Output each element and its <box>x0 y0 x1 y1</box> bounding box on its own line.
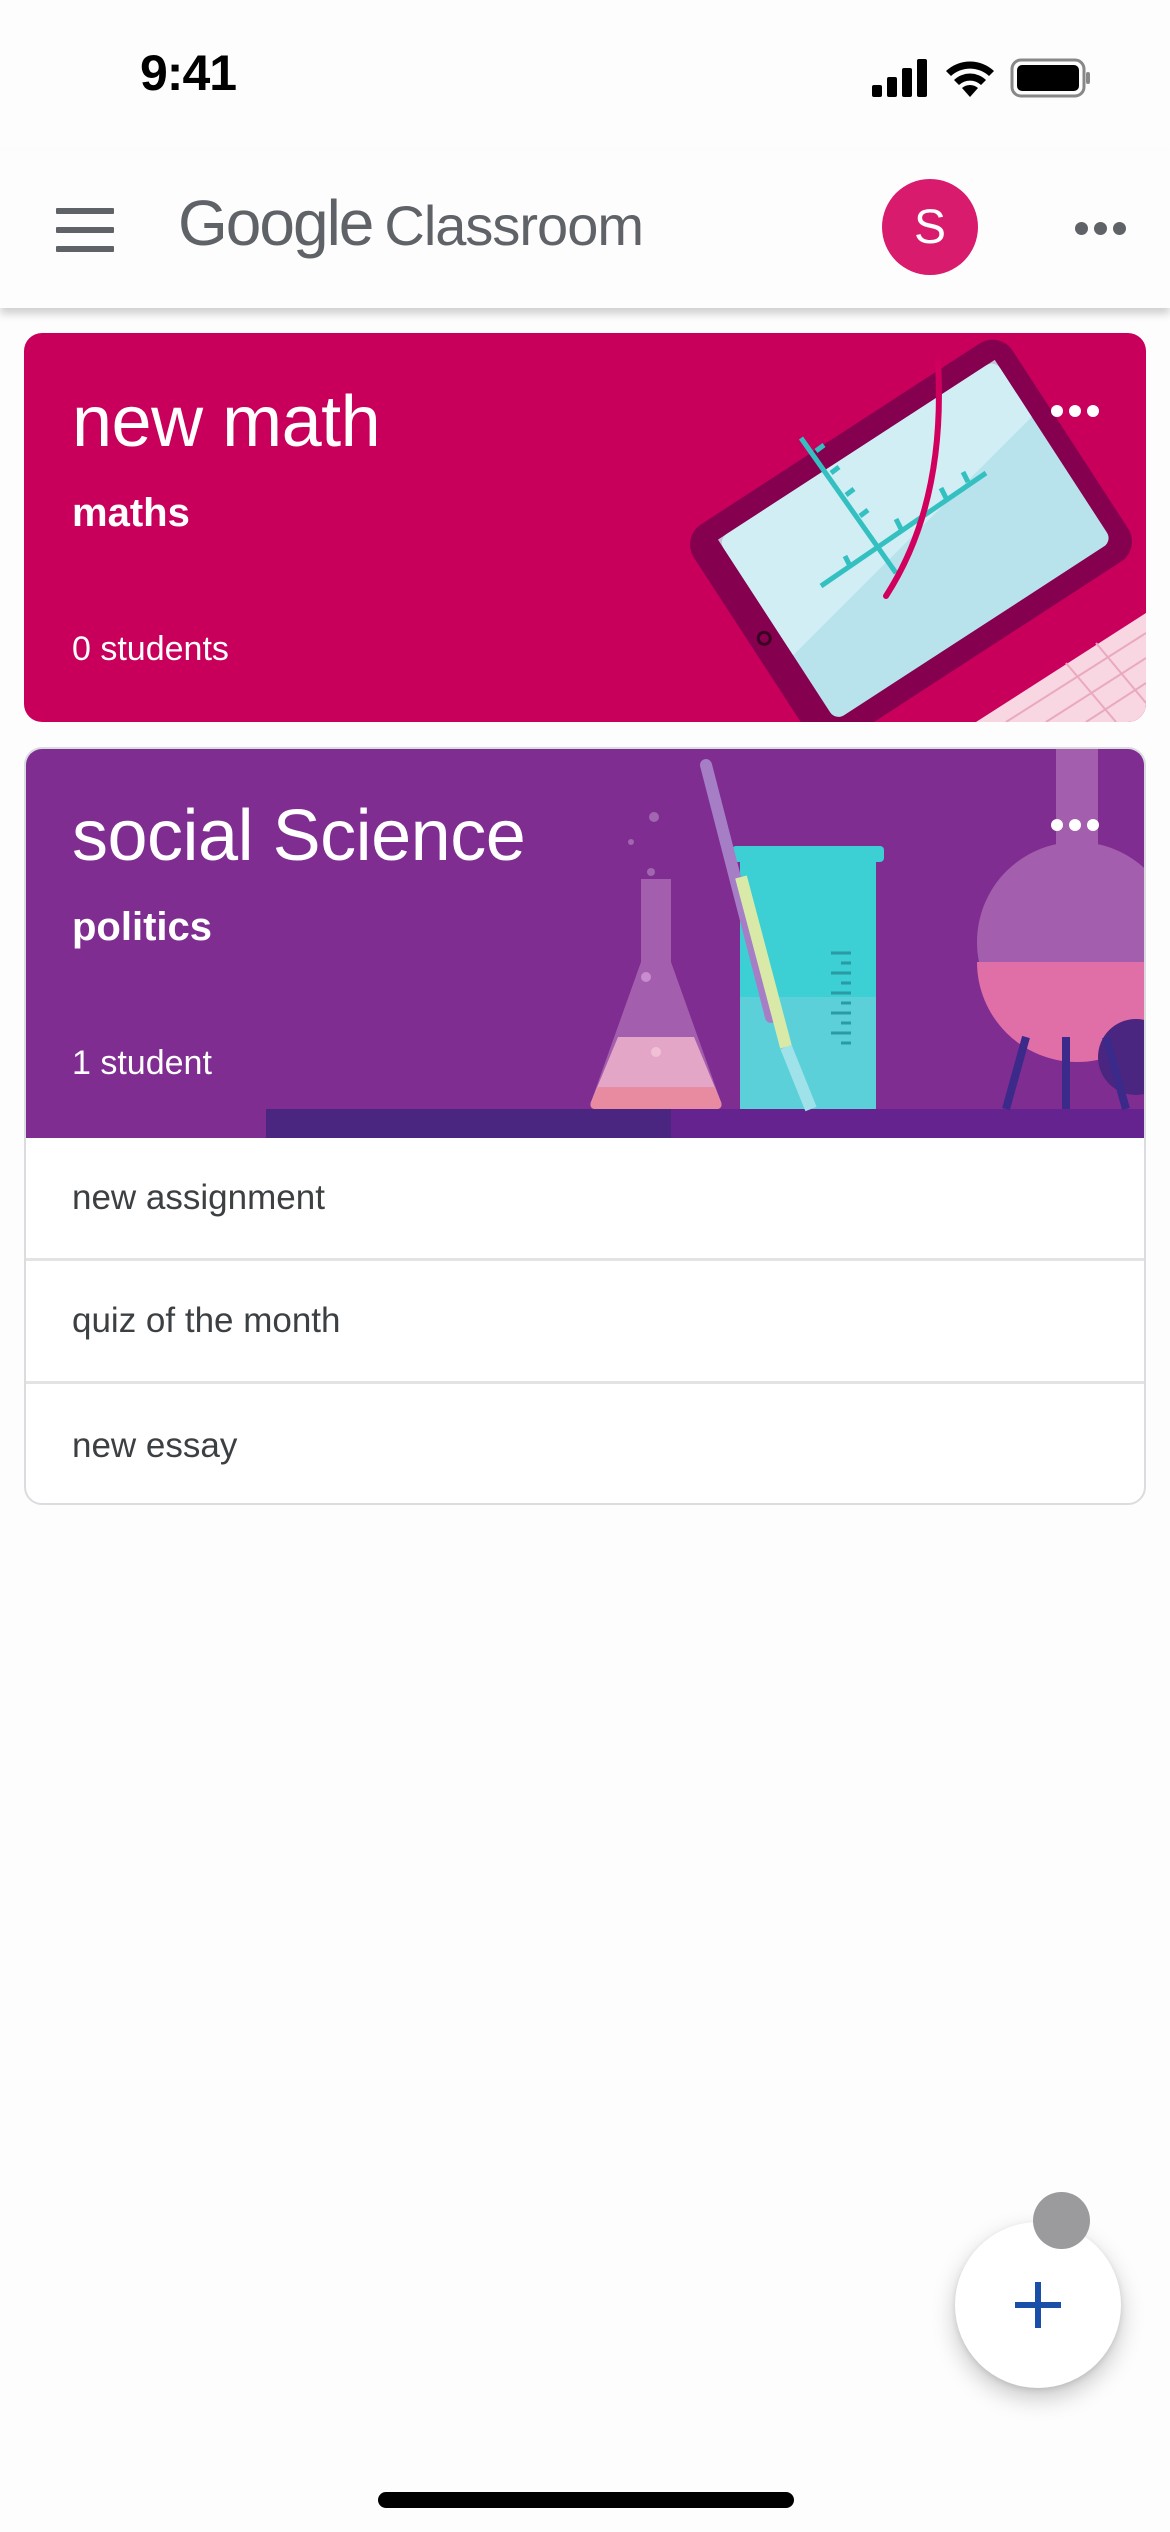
cellular-signal-icon <box>872 59 927 97</box>
class-section: politics <box>72 905 213 949</box>
assignment-item[interactable]: quiz of the month <box>26 1261 1144 1384</box>
status-icons <box>872 58 1092 98</box>
class-student-count: 0 students <box>72 630 229 668</box>
status-bar: 9:41 <box>0 0 1170 150</box>
class-card[interactable]: social Science politics 1 student new as… <box>24 747 1146 1505</box>
battery-icon <box>1010 58 1090 98</box>
more-options-icon[interactable] <box>1068 208 1132 248</box>
wifi-icon <box>946 61 994 97</box>
account-avatar[interactable]: S <box>882 179 978 275</box>
class-student-count: 1 student <box>72 1044 212 1082</box>
class-title[interactable]: new math <box>72 381 381 463</box>
create-class-button[interactable] <box>955 2222 1121 2388</box>
home-indicator[interactable] <box>378 2492 794 2508</box>
class-card-header[interactable]: social Science politics 1 student <box>26 749 1144 1138</box>
class-more-options-icon[interactable] <box>1040 805 1110 845</box>
assignment-item[interactable]: new essay <box>26 1384 1144 1503</box>
assignment-item[interactable]: new assignment <box>26 1138 1144 1261</box>
app-bar: Google Classroom S <box>0 150 1170 308</box>
touch-indicator <box>1033 2192 1090 2249</box>
class-card[interactable]: new math maths 0 students <box>24 333 1146 722</box>
plus-icon <box>1015 2282 1061 2328</box>
class-section: maths <box>72 491 190 535</box>
logo-google: Google <box>178 187 374 259</box>
status-time: 9:41 <box>140 45 237 101</box>
class-title[interactable]: social Science <box>72 795 526 877</box>
logo-classroom: Classroom <box>384 194 644 257</box>
hamburger-menu-icon[interactable] <box>50 200 120 260</box>
assignment-list: new assignment quiz of the month new ess… <box>26 1138 1144 1503</box>
class-more-options-icon[interactable] <box>1040 391 1110 431</box>
app-logo: Google Classroom <box>178 186 644 260</box>
